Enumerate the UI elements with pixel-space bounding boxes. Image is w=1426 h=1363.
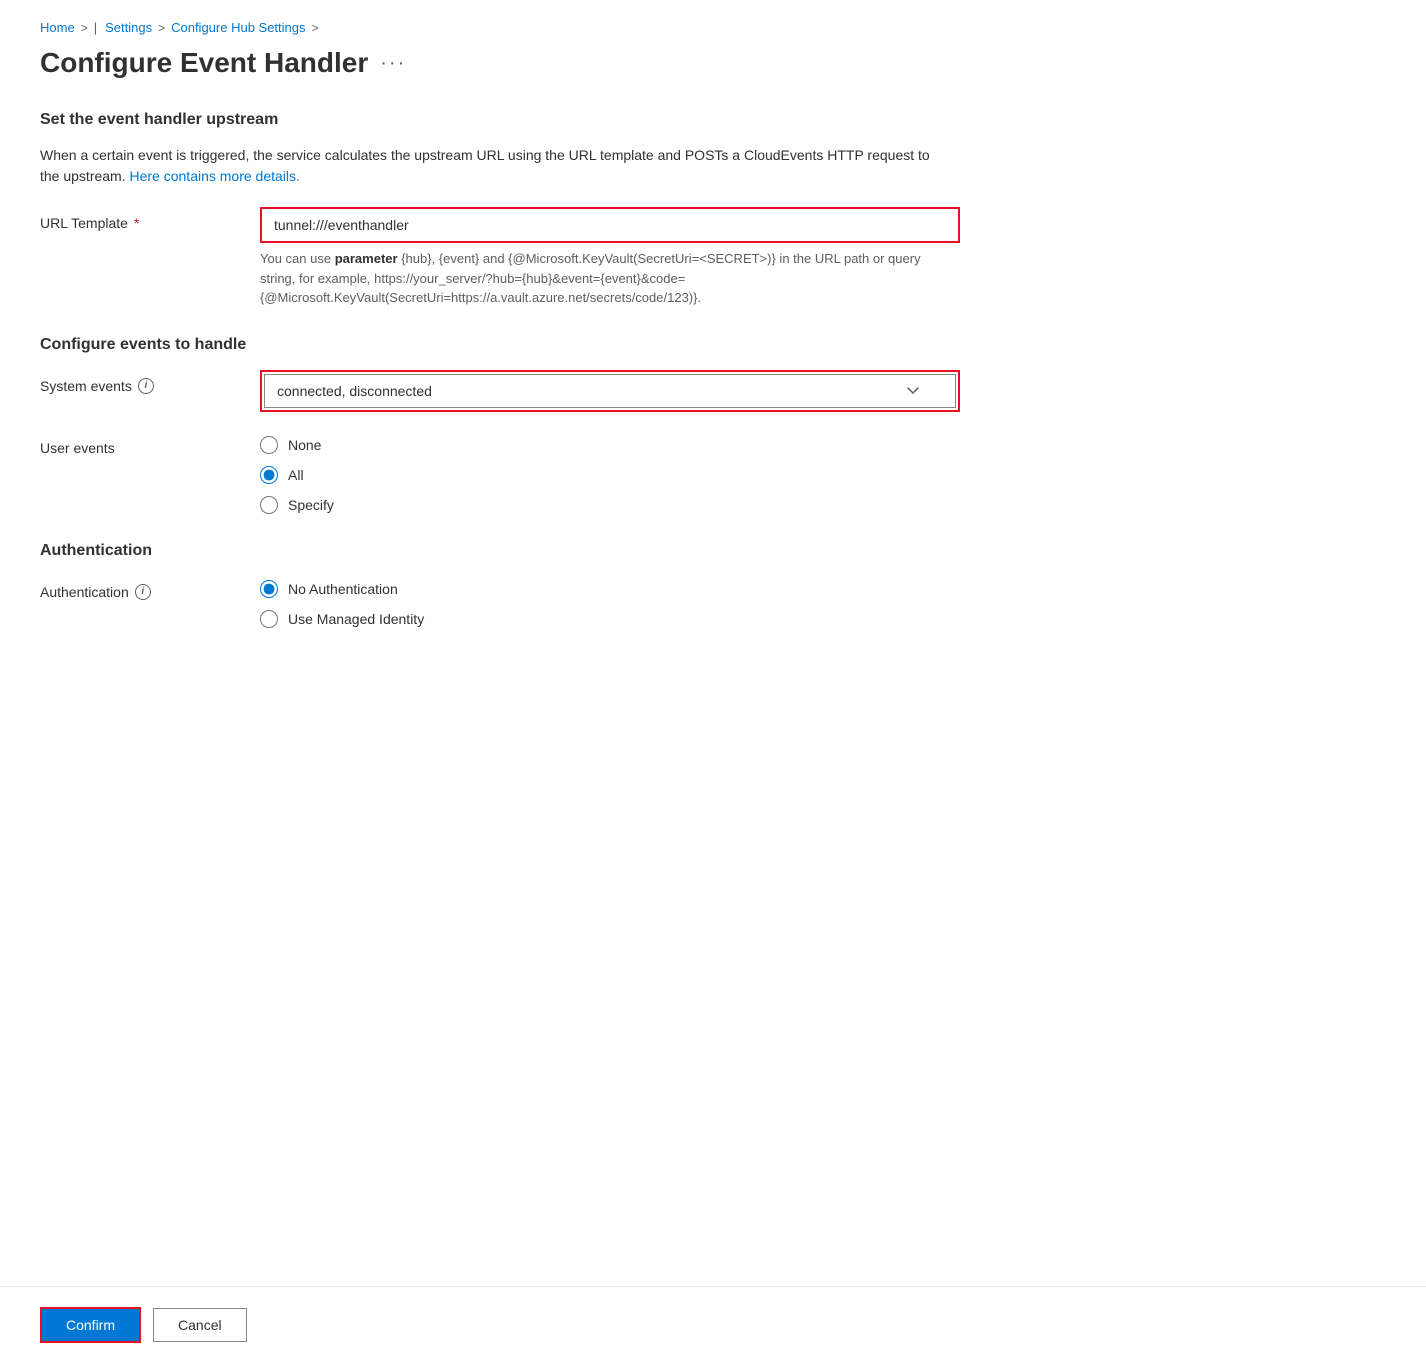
configure-events-title: Configure events to handle	[40, 336, 1386, 354]
breadcrumb-sep-2: >	[158, 21, 165, 35]
upstream-section: Set the event handler upstream When a ce…	[40, 111, 1386, 308]
url-template-input[interactable]	[264, 211, 956, 239]
main-content: Home > | Settings > Configure Hub Settin…	[0, 0, 1426, 1286]
authentication-section: Authentication Authentication i No Authe…	[40, 542, 1386, 628]
system-events-row: System events i connected, disconnected	[40, 370, 1386, 412]
title-ellipsis-menu[interactable]: ···	[380, 52, 406, 75]
page-container: Home > | Settings > Configure Hub Settin…	[0, 0, 1426, 1363]
auth-no-auth-label: No Authentication	[288, 581, 398, 597]
system-events-dropdown-container: connected, disconnected	[264, 374, 956, 408]
user-events-none-radio[interactable]	[260, 436, 278, 454]
system-events-label: System events i	[40, 370, 260, 394]
url-template-row: URL Template * You can use parameter {hu…	[40, 207, 1386, 308]
cancel-button[interactable]: Cancel	[153, 1308, 247, 1342]
breadcrumb-configure-hub[interactable]: Configure Hub Settings	[171, 20, 305, 35]
auth-managed-identity-radio[interactable]	[260, 610, 278, 628]
auth-no-auth[interactable]: No Authentication	[260, 580, 960, 598]
confirm-button[interactable]: Confirm	[40, 1307, 141, 1343]
user-events-none[interactable]: None	[260, 436, 960, 454]
user-events-all-radio[interactable]	[260, 466, 278, 484]
description-link[interactable]: Here contains more details.	[130, 168, 300, 184]
authentication-section-title: Authentication	[40, 542, 1386, 560]
authentication-control: No Authentication Use Managed Identity	[260, 576, 960, 628]
user-events-row: User events None All	[40, 432, 1386, 514]
auth-managed-identity-label: Use Managed Identity	[288, 611, 424, 627]
authentication-row: Authentication i No Authentication Use M…	[40, 576, 1386, 628]
user-events-label: User events	[40, 432, 260, 456]
chevron-down-icon	[907, 387, 919, 395]
system-events-dropdown-wrapper: connected, disconnected	[260, 370, 960, 412]
user-events-specify-label: Specify	[288, 497, 334, 513]
system-events-value: connected, disconnected	[277, 383, 432, 399]
user-events-control: None All Specify	[260, 432, 960, 514]
user-events-all[interactable]: All	[260, 466, 960, 484]
authentication-info-icon[interactable]: i	[135, 584, 151, 600]
upstream-section-title: Set the event handler upstream	[40, 111, 1386, 129]
user-events-all-label: All	[288, 467, 304, 483]
configure-events-section: Configure events to handle System events…	[40, 336, 1386, 514]
auth-managed-identity[interactable]: Use Managed Identity	[260, 610, 960, 628]
page-title: Configure Event Handler	[40, 47, 368, 79]
breadcrumb-home[interactable]: Home	[40, 20, 75, 35]
user-events-radio-group: None All Specify	[260, 432, 960, 514]
url-template-control: You can use parameter {hub}, {event} and…	[260, 207, 960, 308]
hint-bold-parameter: parameter	[335, 251, 398, 266]
breadcrumb-settings[interactable]: Settings	[105, 20, 152, 35]
system-events-control: connected, disconnected	[260, 370, 960, 412]
user-events-none-label: None	[288, 437, 321, 453]
user-events-specify-radio[interactable]	[260, 496, 278, 514]
url-template-label: URL Template *	[40, 207, 260, 231]
url-input-wrapper	[260, 207, 960, 243]
url-hint-text: You can use parameter {hub}, {event} and…	[260, 249, 940, 308]
system-events-info-icon[interactable]: i	[138, 378, 154, 394]
authentication-radio-group: No Authentication Use Managed Identity	[260, 576, 960, 628]
system-events-dropdown[interactable]: connected, disconnected	[264, 374, 956, 408]
upstream-description: When a certain event is triggered, the s…	[40, 145, 940, 187]
breadcrumb: Home > | Settings > Configure Hub Settin…	[40, 20, 1386, 35]
breadcrumb-sep-1: >	[81, 21, 88, 35]
auth-no-auth-radio[interactable]	[260, 580, 278, 598]
user-events-specify[interactable]: Specify	[260, 496, 960, 514]
footer: Confirm Cancel	[0, 1286, 1426, 1363]
required-star: *	[134, 215, 139, 231]
breadcrumb-sep-3: >	[312, 21, 319, 35]
breadcrumb-pipe: |	[94, 20, 97, 35]
authentication-label: Authentication i	[40, 576, 260, 600]
page-title-row: Configure Event Handler ···	[40, 47, 1386, 79]
